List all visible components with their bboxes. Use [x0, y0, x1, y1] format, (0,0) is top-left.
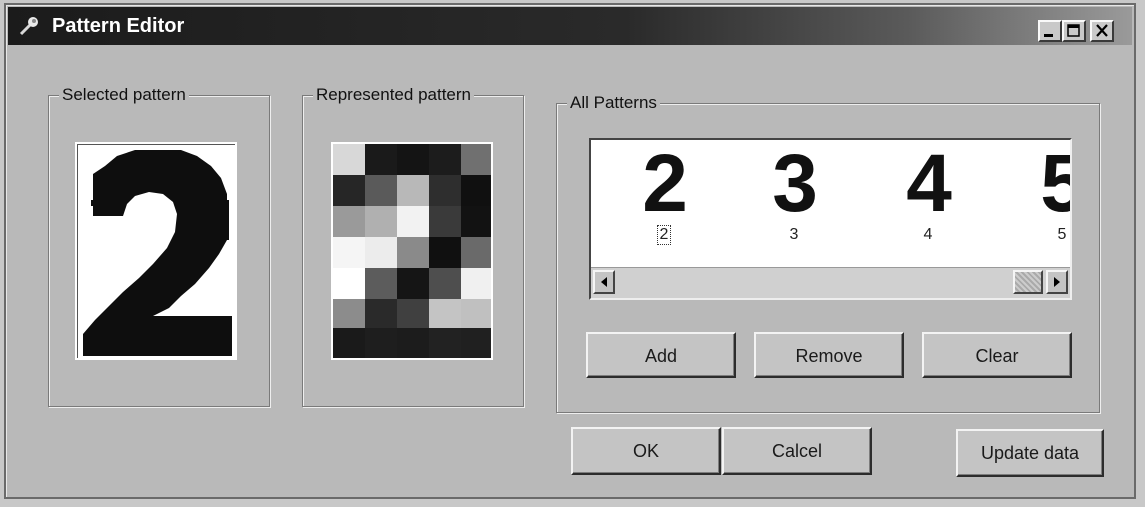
list-item[interactable]: 2 2 — [629, 142, 699, 245]
ok-button[interactable]: OK — [571, 427, 721, 475]
digit-two-bitmap — [83, 150, 232, 356]
minimize-button[interactable] — [1038, 20, 1062, 42]
pattern-label: 5 — [1057, 226, 1067, 243]
pattern-label: 3 — [789, 226, 799, 243]
app-icon — [18, 15, 40, 37]
pattern-thumbnail: 4 — [906, 138, 952, 229]
pattern-label: 4 — [923, 226, 933, 243]
pattern-thumbnail: 2 — [642, 138, 688, 229]
window-title: Pattern Editor — [52, 15, 185, 37]
scroll-left-button[interactable] — [593, 270, 615, 294]
pattern-editor-window: Pattern Editor Selected pattern Represen… — [4, 3, 1136, 499]
horizontal-scrollbar[interactable] — [591, 267, 1070, 298]
grayscale-grid — [333, 144, 491, 358]
list-item[interactable]: 3 3 — [759, 142, 829, 244]
cancel-button[interactable]: Calcel — [722, 427, 872, 475]
pattern-label: 2 — [656, 225, 672, 245]
arrow-right-icon — [1054, 277, 1060, 287]
maximize-icon — [1067, 24, 1080, 37]
represented-pattern-label: Represented pattern — [313, 85, 474, 105]
list-item[interactable]: 5 5 — [1027, 142, 1070, 244]
represented-pattern-canvas[interactable] — [331, 142, 493, 360]
pattern-thumbnail: 3 — [772, 138, 818, 229]
title-bar[interactable]: Pattern Editor — [8, 7, 1132, 45]
selected-pattern-canvas[interactable] — [75, 142, 237, 360]
update-data-button[interactable]: Update data — [956, 429, 1104, 477]
arrow-left-icon — [601, 277, 607, 287]
maximize-button[interactable] — [1062, 20, 1086, 42]
pattern-list[interactable]: 2 2 3 3 4 4 5 5 — [589, 138, 1072, 300]
all-patterns-label: All Patterns — [567, 93, 660, 113]
remove-button[interactable]: Remove — [754, 332, 904, 378]
minimize-icon — [1044, 34, 1053, 37]
close-icon — [1096, 24, 1108, 37]
scroll-right-button[interactable] — [1046, 270, 1068, 294]
selected-pattern-label: Selected pattern — [59, 85, 189, 105]
scrollbar-thumb[interactable] — [1013, 270, 1043, 294]
pattern-thumbnail: 5 — [1027, 142, 1070, 226]
add-button[interactable]: Add — [586, 332, 736, 378]
selected-pattern-group: Selected pattern — [48, 85, 270, 407]
clear-button[interactable]: Clear — [922, 332, 1072, 378]
represented-pattern-group: Represented pattern — [302, 85, 524, 407]
close-button[interactable] — [1090, 20, 1114, 42]
list-item[interactable]: 4 4 — [893, 142, 963, 244]
